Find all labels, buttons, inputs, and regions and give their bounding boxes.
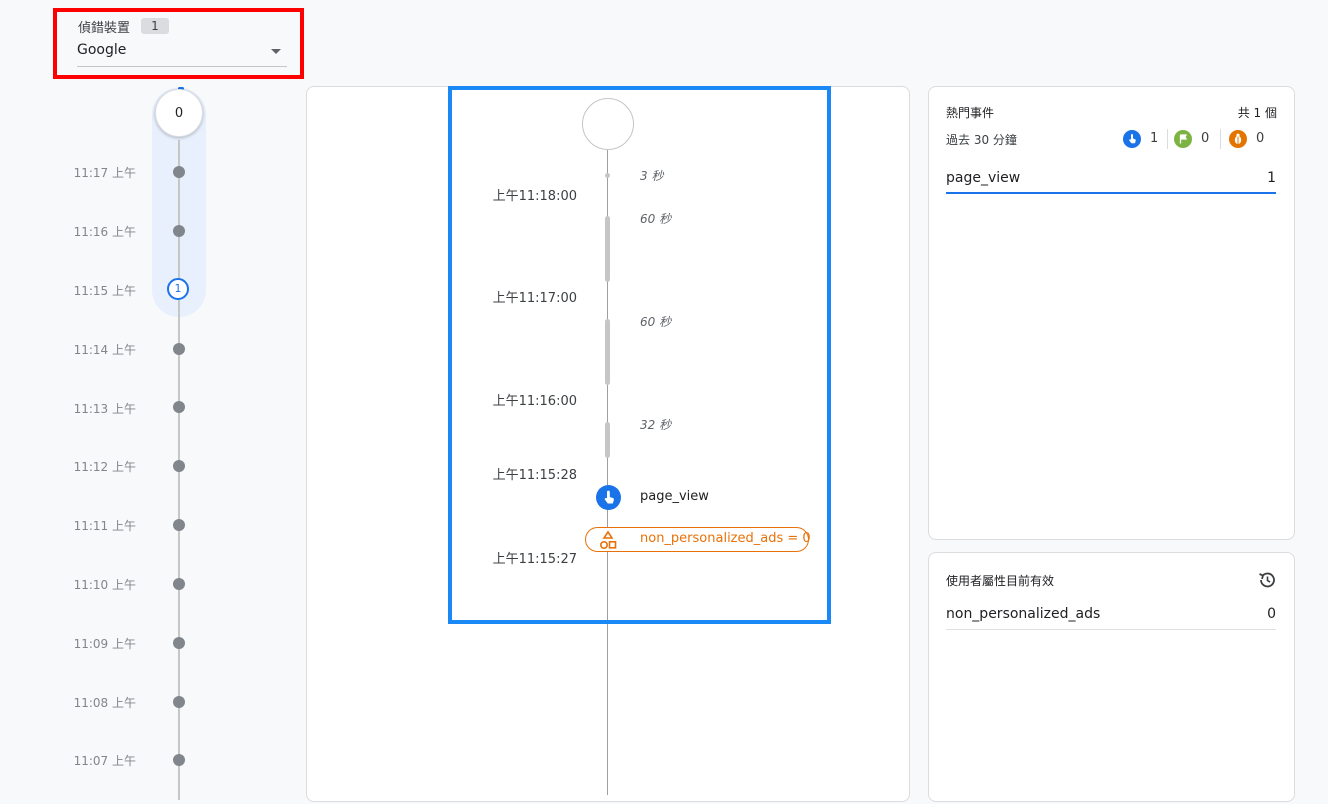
minute-label: 11:08 上午 [73,696,136,710]
minute-dot[interactable] [173,166,185,178]
minute-active-count[interactable]: 1 [167,278,189,300]
minute-total-counter[interactable]: 0 [155,89,203,137]
minute-label: 11:12 上午 [73,460,136,474]
minute-dot[interactable] [173,754,185,766]
bug-icon [1229,130,1247,148]
seconds-stream-highlight [448,86,831,624]
minute-label: 11:16 上午 [73,225,136,239]
user-property-name: non_personalized_ads [946,606,1101,622]
top-event-row[interactable]: page_view 1 [946,166,1276,194]
user-properties-title: 使用者屬性目前有效 [946,574,1055,588]
debug-device-selected-value: Google [77,42,127,58]
top-events-total: 共 1 個 [1237,106,1277,120]
last-30-minutes-label: 過去 30 分鐘 [946,133,1017,147]
debug-device-dropdown[interactable]: Google [77,42,287,67]
minute-dot[interactable] [173,343,185,355]
minute-dot[interactable] [173,460,185,472]
count-divider [1220,129,1221,149]
minute-label: 11:13 上午 [73,402,136,416]
user-properties-panel [928,552,1295,802]
top-events-panel [928,86,1295,540]
minute-label: 11:07 上午 [73,754,136,768]
minute-dot[interactable] [173,225,185,237]
minute-label: 11:17 上午 [73,166,136,180]
top-events-title: 熱門事件 [946,106,995,120]
minute-dot[interactable] [173,519,185,531]
events-count: 1 [1150,131,1159,146]
user-property-value: 0 [1267,606,1276,622]
minute-label: 11:09 上午 [73,637,136,651]
minute-dot[interactable] [173,696,185,708]
top-event-count: 1 [1267,170,1276,186]
minute-label: 11:14 上午 [73,343,136,357]
minute-label: 11:10 上午 [73,578,136,592]
minute-dot[interactable] [173,401,185,413]
debug-device-label: 偵錯裝置 [78,21,131,36]
top-event-name: page_view [946,170,1021,186]
flag-icon [1174,130,1192,148]
conversions-count: 0 [1201,131,1210,146]
chevron-down-icon [271,49,281,54]
minute-label: 11:15 上午 [73,284,136,298]
debug-device-count-badge: 1 [141,18,169,34]
errors-count: 0 [1256,131,1265,146]
minute-dot[interactable] [173,637,185,649]
touch-icon [1123,130,1141,148]
user-property-row: non_personalized_ads 0 [946,603,1276,630]
count-divider [1167,129,1168,149]
minute-label: 11:11 上午 [73,519,136,533]
minute-dot[interactable] [173,578,185,590]
history-icon[interactable] [1257,570,1277,590]
